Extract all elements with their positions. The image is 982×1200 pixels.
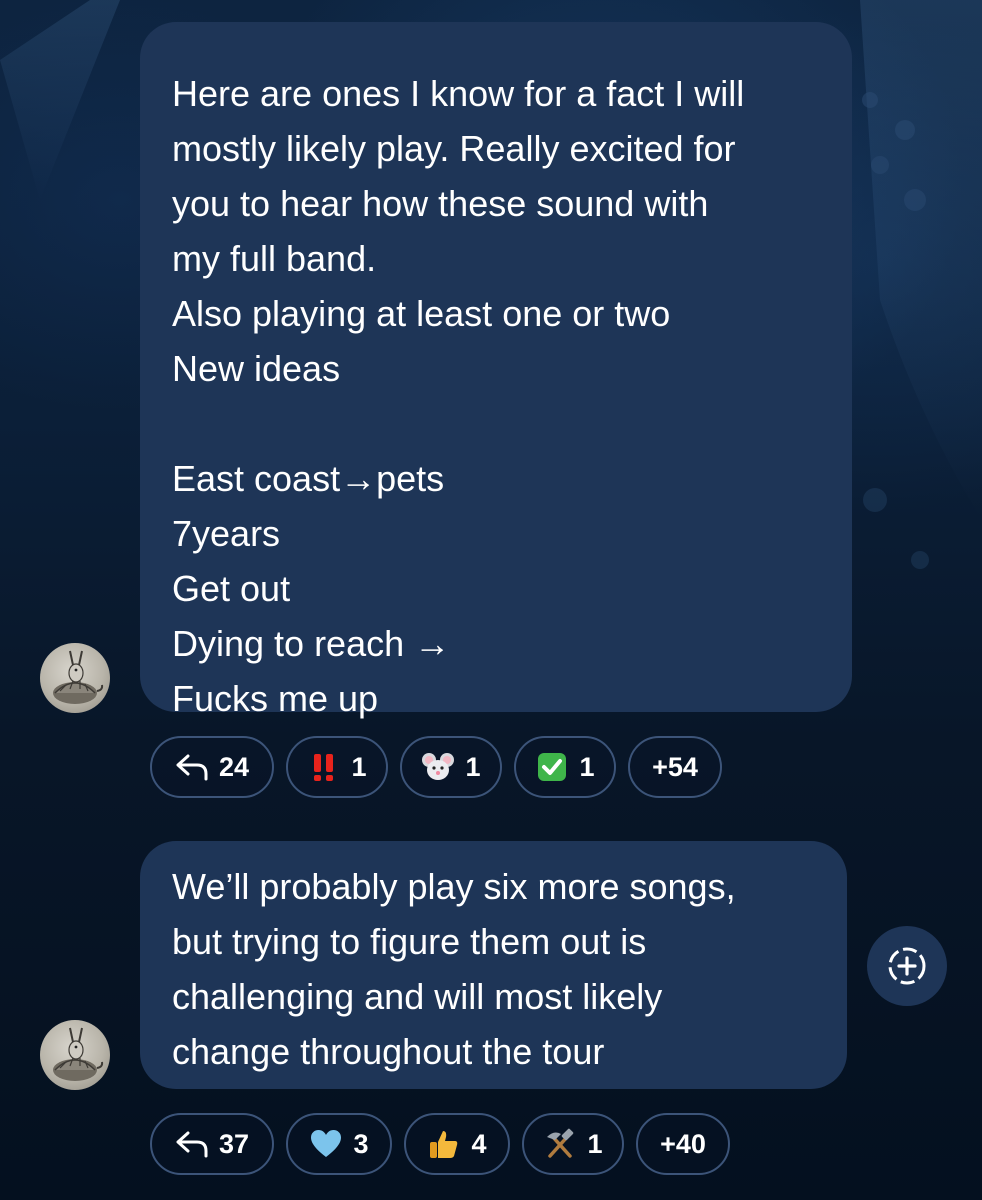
message-text-line: Also playing at least one or two <box>172 293 671 334</box>
reaction-count: 4 <box>471 1128 487 1159</box>
more-reactions-button[interactable]: +54 <box>628 736 722 798</box>
reaction-count: 1 <box>579 751 595 782</box>
mouse-face-icon <box>421 750 455 784</box>
message-text-line: Get out <box>172 568 291 609</box>
more-reactions-button[interactable]: +40 <box>636 1113 730 1175</box>
message-text-line: Here are ones I know for a fact I will <box>172 73 745 114</box>
reaction-count: 1 <box>465 751 481 782</box>
message-text-line: New ideas <box>172 348 341 389</box>
message-text-line: challenging and will most likely <box>172 976 663 1017</box>
reaction-chip[interactable]: 4 <box>404 1113 510 1175</box>
blue-heart-icon <box>309 1127 343 1161</box>
thumbs-up-icon <box>427 1127 461 1161</box>
turtle-rabbit-illustration-icon <box>53 650 104 704</box>
reaction-count: 1 <box>587 1128 603 1159</box>
message-text-line: but trying to figure them out is <box>172 921 647 962</box>
reply-count: 37 <box>218 1128 250 1159</box>
reply-arrow-icon <box>175 750 209 784</box>
message-bubble[interactable]: Here are ones I know for a fact I will m… <box>140 22 852 719</box>
reaction-bar: 37 3 4 1 +40 <box>150 1113 730 1175</box>
avatar[interactable] <box>40 1020 110 1090</box>
more-reactions-count: +54 <box>652 751 698 782</box>
reaction-chip[interactable]: 1 <box>514 736 616 798</box>
message-text-line: We’ll probably play six more songs, <box>172 866 736 907</box>
reaction-chip[interactable]: 1 <box>522 1113 624 1175</box>
message-text-line: my full band. <box>172 238 377 279</box>
double-exclamation-icon <box>307 750 341 784</box>
more-reactions-count: +40 <box>660 1128 706 1159</box>
reaction-count: 1 <box>351 751 367 782</box>
message-text-line <box>172 396 852 451</box>
message-text-line: East coast→pets <box>172 458 445 499</box>
reaction-chip[interactable]: 1 <box>400 736 502 798</box>
reply-arrow-icon <box>175 1127 209 1161</box>
reaction-chip[interactable]: 3 <box>286 1113 392 1175</box>
add-reaction-icon <box>888 947 926 985</box>
hammer-and-pick-icon <box>543 1127 577 1161</box>
add-reaction-button[interactable] <box>867 926 947 1006</box>
message-text-line: 7years <box>172 513 281 554</box>
reply-count-button[interactable]: 24 <box>150 736 274 798</box>
turtle-rabbit-illustration-icon <box>53 1027 104 1081</box>
message-text-line: Fucks me up <box>172 678 379 719</box>
check-mark-button-icon <box>535 750 569 784</box>
reaction-count: 3 <box>353 1128 369 1159</box>
message-text-line: change throughout the tour <box>172 1031 605 1072</box>
message-text-line: you to hear how these sound with <box>172 183 709 224</box>
reply-count-button[interactable]: 37 <box>150 1113 274 1175</box>
reply-count: 24 <box>218 751 250 782</box>
message-text-line: mostly likely play. Really excited for <box>172 128 736 169</box>
message-text-line: Dying to reach → <box>172 623 451 664</box>
message-bubble[interactable]: We’ll probably play six more songs, but … <box>140 841 847 1089</box>
avatar[interactable] <box>40 643 110 713</box>
reaction-bar: 24 1 1 1 +54 <box>150 736 722 798</box>
reaction-chip[interactable]: 1 <box>286 736 388 798</box>
